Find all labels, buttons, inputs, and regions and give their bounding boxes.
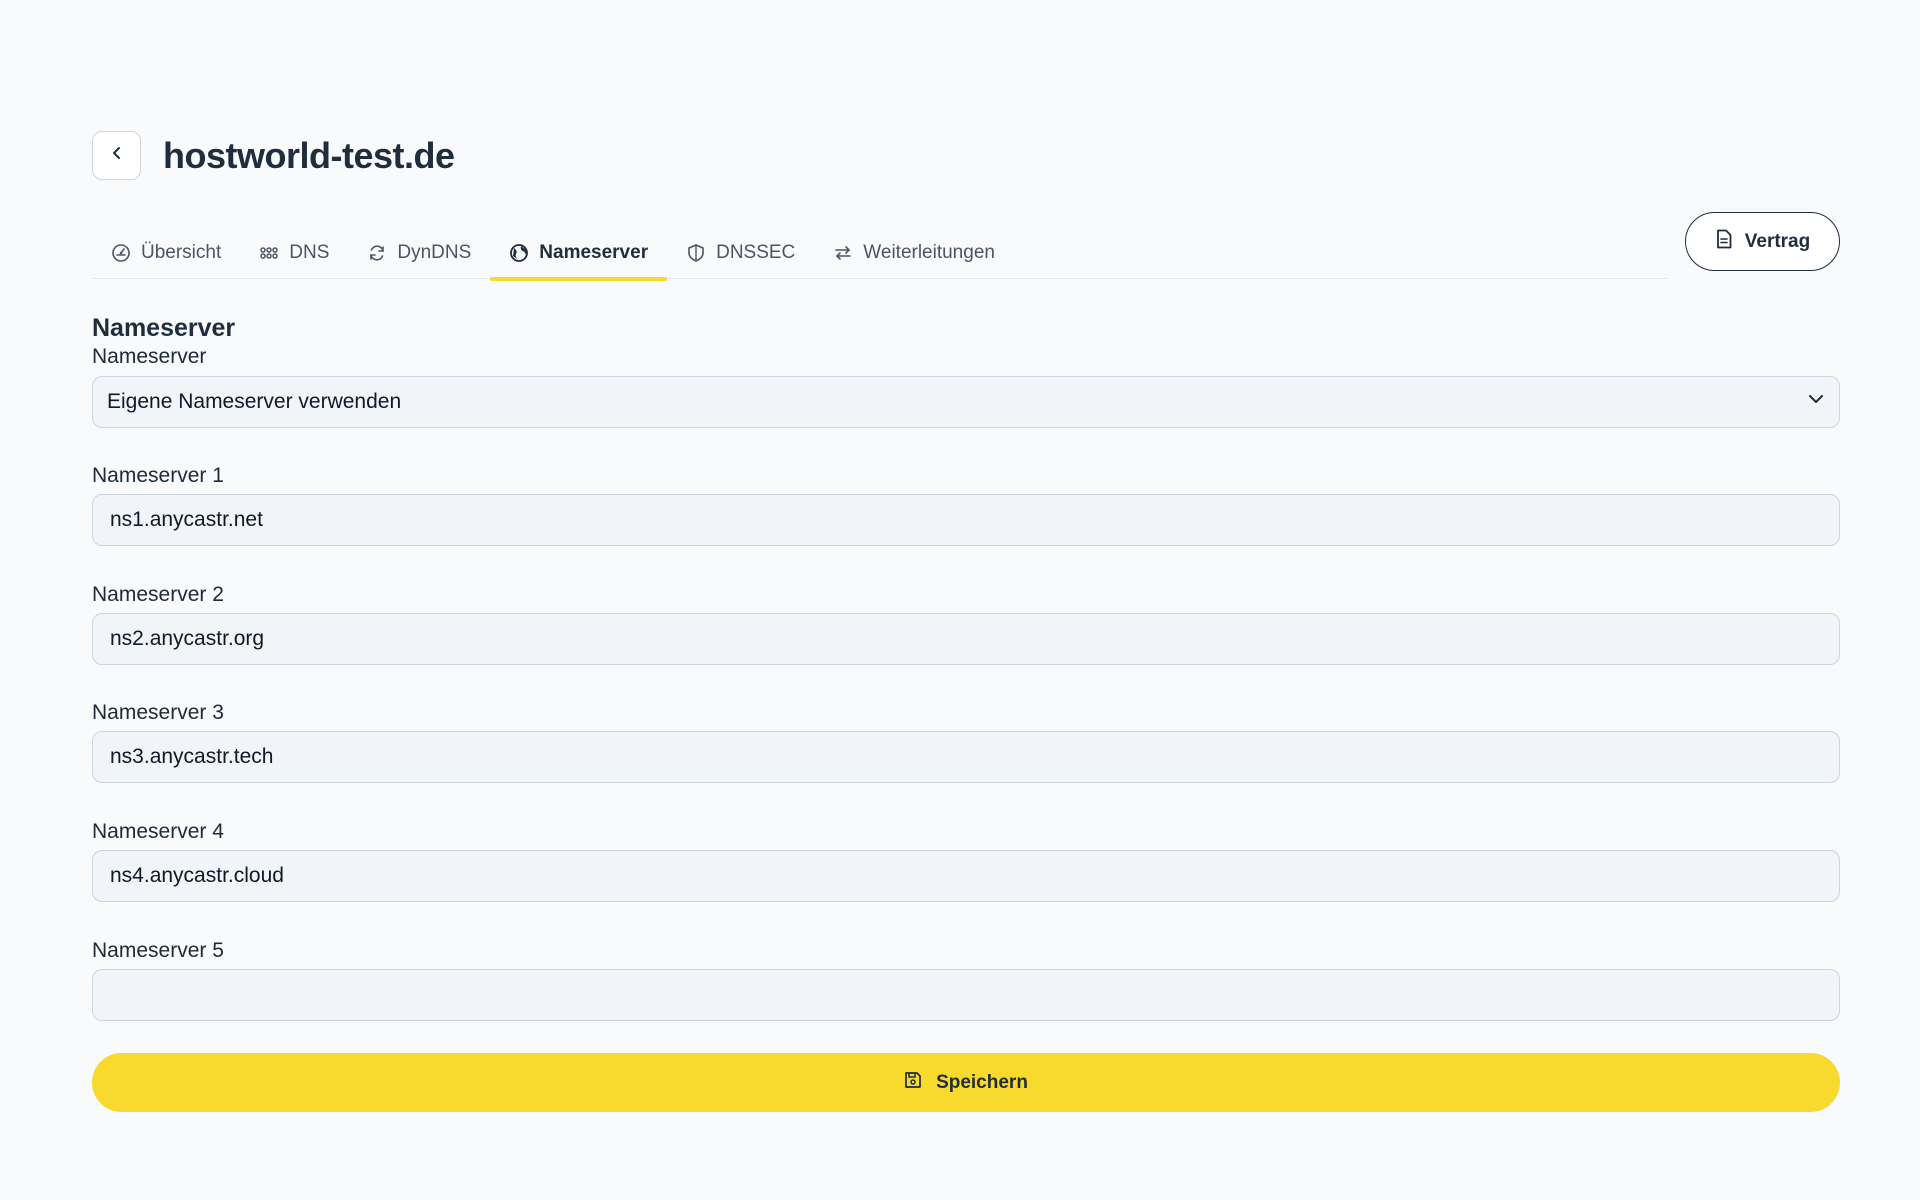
- refresh-icon: [367, 243, 387, 263]
- page-header: hostworld-test.de: [92, 131, 455, 180]
- ns4-label: Nameserver 4: [92, 820, 224, 843]
- nameserver-3-input[interactable]: ns3.anycastr.tech: [92, 731, 1840, 783]
- shield-icon: [686, 243, 706, 263]
- contract-button[interactable]: Vertrag: [1685, 212, 1840, 271]
- page-title: hostworld-test.de: [163, 134, 455, 176]
- tab-dnssec[interactable]: DNSSEC: [667, 226, 814, 279]
- nameserver-1-input[interactable]: ns1.anycastr.net: [92, 494, 1840, 546]
- save-button[interactable]: Speichern: [92, 1053, 1840, 1112]
- tab-bar: Übersicht DNS DynDNS Nameserver DNSSEC W…: [92, 226, 1668, 281]
- tab-dns[interactable]: DNS: [240, 226, 348, 279]
- nameserver-page: hostworld-test.de Übersicht DNS DynDNS N…: [0, 0, 1920, 1200]
- dashboard-icon: [111, 243, 131, 263]
- document-icon: [1715, 229, 1733, 255]
- tab-uebersicht[interactable]: Übersicht: [92, 226, 240, 279]
- ns1-label: Nameserver 1: [92, 464, 224, 487]
- back-button[interactable]: [92, 131, 141, 180]
- chevron-left-icon: [109, 145, 125, 166]
- nameserver-5-input[interactable]: [92, 969, 1840, 1021]
- section-title: Nameserver: [92, 314, 236, 342]
- tab-weiterleitungen[interactable]: Weiterleitungen: [814, 226, 1014, 279]
- tab-label: DNSSEC: [716, 241, 796, 263]
- tab-dyndns[interactable]: DynDNS: [348, 226, 490, 279]
- globe-icon: [509, 243, 529, 263]
- arrows-exchange-icon: [833, 243, 853, 263]
- ns5-label: Nameserver 5: [92, 939, 224, 962]
- grid-dots-icon: [259, 243, 279, 263]
- save-button-label: Speichern: [936, 1071, 1028, 1093]
- tab-nameserver[interactable]: Nameserver: [490, 226, 667, 281]
- nameserver-mode-value: Eigene Nameserver verwenden: [107, 390, 402, 413]
- tab-label: DynDNS: [397, 241, 472, 263]
- mode-label: Nameserver: [92, 345, 207, 368]
- nameserver-2-input[interactable]: ns2.anycastr.org: [92, 613, 1840, 665]
- nameserver-4-input[interactable]: ns4.anycastr.cloud: [92, 850, 1840, 902]
- ns2-label: Nameserver 2: [92, 583, 224, 606]
- tab-label: DNS: [289, 241, 330, 263]
- tab-label: Weiterleitungen: [863, 241, 995, 263]
- save-icon: [904, 1071, 922, 1095]
- tab-label: Übersicht: [141, 241, 222, 263]
- ns3-label: Nameserver 3: [92, 701, 224, 724]
- chevron-down-icon: [1807, 390, 1825, 414]
- nameserver-mode-select[interactable]: Eigene Nameserver verwenden: [92, 376, 1840, 428]
- tab-label: Nameserver: [539, 241, 649, 263]
- contract-button-label: Vertrag: [1744, 230, 1811, 252]
